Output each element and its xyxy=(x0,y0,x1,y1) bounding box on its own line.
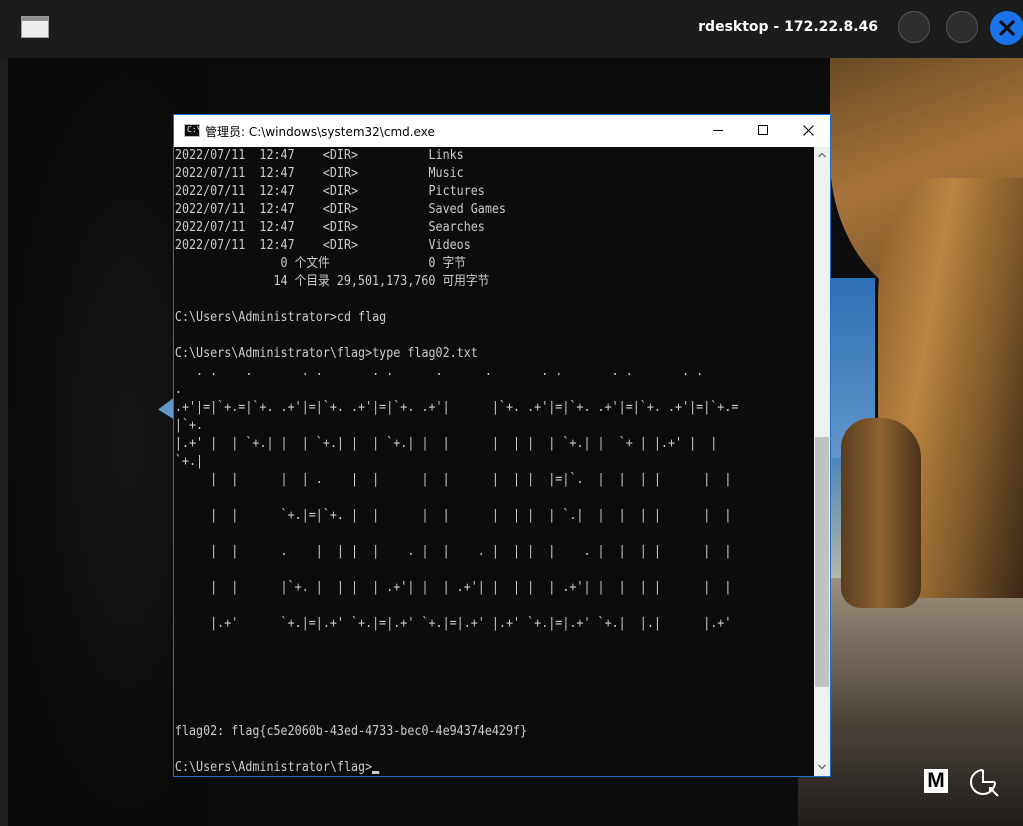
console-line: | | `+.|=|`+. | | | | | | | | `.| | | | … xyxy=(174,508,732,523)
console-line: |`+. xyxy=(174,418,204,433)
console-text: 2022/07/11 12:47 <DIR> Links 2022/07/11 … xyxy=(174,147,750,776)
window-title: rdesktop - 172.22.8.46 xyxy=(698,19,878,35)
close-icon xyxy=(803,125,814,136)
close-icon xyxy=(999,20,1015,36)
console-line: 2022/07/11 12:47 <DIR> Searches xyxy=(174,220,485,235)
console-line: 2022/07/11 12:47 <DIR> Links xyxy=(174,148,464,163)
console-line: C:\Users\Administrator\flag> xyxy=(174,760,373,775)
scroll-down-icon xyxy=(818,764,826,770)
console-line: | | |`+. | | | | .+'| | | .+'| | | | | .… xyxy=(174,580,732,595)
cmd-icon: C:\ xyxy=(184,124,202,137)
maximize-button[interactable] xyxy=(946,11,978,43)
console-line: C:\Users\Administrator\flag>type flag02.… xyxy=(174,346,478,361)
console-line: 14 个目录 29,501,173,760 可用字节 xyxy=(174,274,490,289)
text-cursor xyxy=(372,771,380,774)
console-line: 0 个文件 0 字节 xyxy=(174,256,466,271)
console-line: C:\Users\Administrator>cd flag xyxy=(174,310,387,325)
console-line: 2022/07/11 12:47 <DIR> Pictures xyxy=(174,184,485,199)
minimize-button[interactable] xyxy=(898,11,930,43)
cmd-title: 管理员: C:\windows\system32\cmd.exe xyxy=(205,125,435,139)
cmd-minimize-button[interactable] xyxy=(696,115,741,147)
console-line: 2022/07/11 12:47 <DIR> Saved Games xyxy=(174,202,506,217)
cmd-maximize-button[interactable] xyxy=(741,115,786,147)
rdesktop-titlebar: rdesktop - 172.22.8.46 xyxy=(0,0,1023,58)
scroll-down-button[interactable] xyxy=(814,759,830,776)
console-line: | | . | | | | . | | . | | | | . | | | | … xyxy=(174,544,732,559)
console-line: .+'|=|`+.=|`+. .+'|=|`+. .+'|=|`+. .+'| … xyxy=(174,400,739,415)
console-line: 2022/07/11 12:47 <DIR> Music xyxy=(174,166,464,181)
console-line: | | | | . | | | | | | | |=|`. | | | | | … xyxy=(174,472,732,487)
console-line: |.+' | | `+.| | | `+.| | | `+.| | | | | … xyxy=(174,436,718,451)
console-line: flag02: flag{c5e2060b-43ed-4733-bec0-4e9… xyxy=(174,724,528,739)
scroll-up-icon xyxy=(818,152,826,158)
window-icon xyxy=(21,16,49,38)
m-icon[interactable]: M xyxy=(924,769,948,793)
console-line: . xyxy=(174,382,182,397)
console-line: 2022/07/11 12:47 <DIR> Videos xyxy=(174,238,471,253)
close-button[interactable] xyxy=(990,11,1023,45)
scrollbar-thumb[interactable] xyxy=(815,437,829,687)
console-line: `+.| xyxy=(174,454,204,469)
cmd-window[interactable]: C:\ 管理员: C:\windows\system32\cmd.exe 202… xyxy=(173,114,831,777)
pointer-icon[interactable] xyxy=(966,766,1000,798)
wallpaper-rock-pillar xyxy=(841,418,921,608)
scroll-up-button[interactable] xyxy=(814,147,830,164)
cmd-close-button[interactable] xyxy=(786,115,830,147)
console-output[interactable]: 2022/07/11 12:47 <DIR> Links 2022/07/11 … xyxy=(174,147,814,776)
console-line: |.+' `+.|=|.+' `+.|=|.+' `+.|=|.+' |.+' … xyxy=(174,616,732,631)
console-line: . . . . . . . . . . . . . . . xyxy=(174,364,704,379)
cmd-icon-label: C:\ xyxy=(187,125,202,134)
cmd-titlebar[interactable]: C:\ 管理员: C:\windows\system32\cmd.exe xyxy=(174,115,830,147)
vertical-scrollbar[interactable] xyxy=(814,147,830,776)
